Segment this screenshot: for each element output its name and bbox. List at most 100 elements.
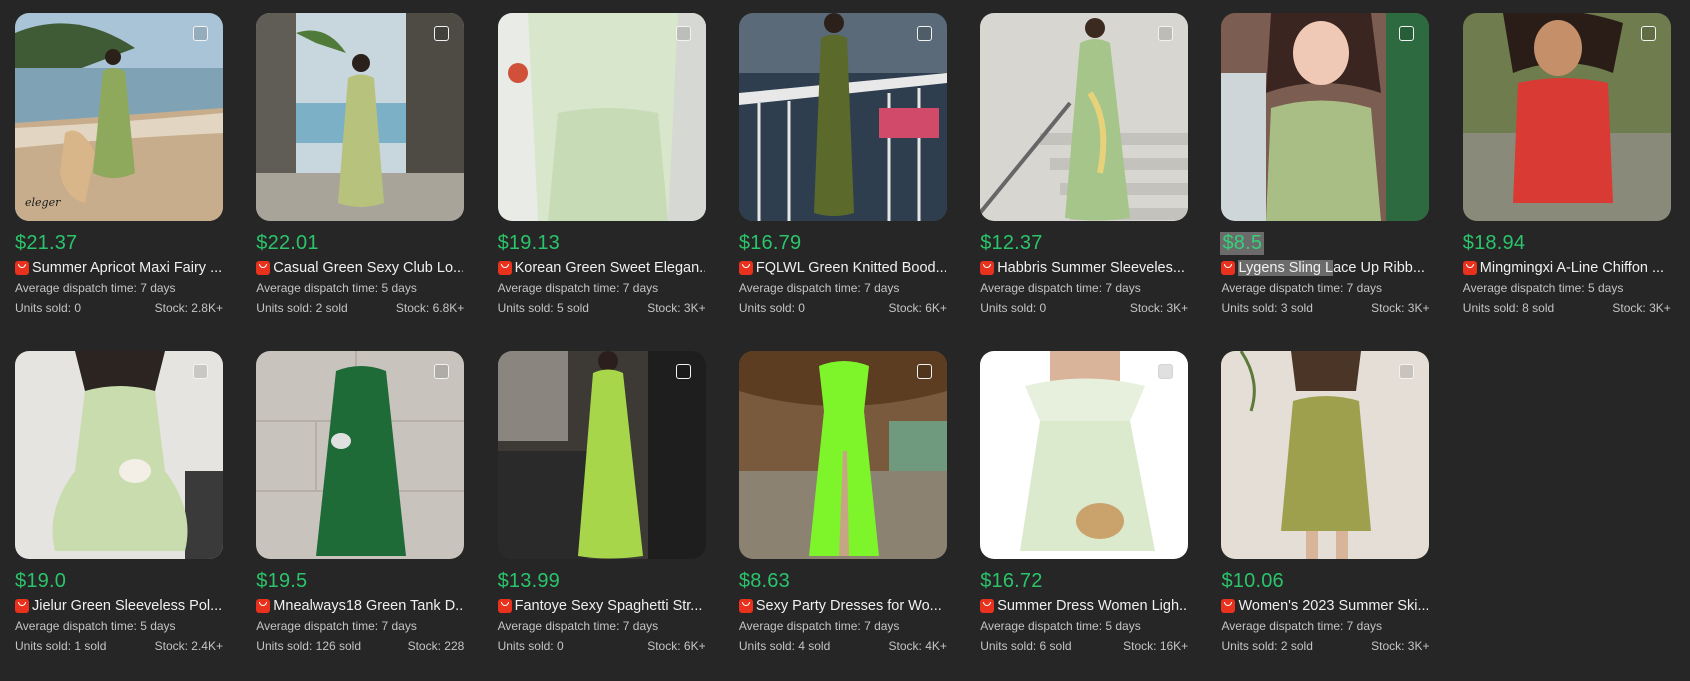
product-image[interactable] xyxy=(738,13,947,221)
product-photo xyxy=(980,351,1189,559)
select-checkbox[interactable] xyxy=(1640,26,1656,41)
product-title[interactable]: FQLWL Green Knitted Bood... xyxy=(756,260,946,276)
product-title[interactable]: Jielur Green Sleeveless Pol... xyxy=(32,598,222,614)
stock-value: 16K+ xyxy=(1159,639,1189,653)
product-card[interactable]: $19.0 Jielur Green Sleeveless Pol... Ave… xyxy=(15,351,223,662)
select-checkbox[interactable] xyxy=(675,26,691,41)
units-sold: Units sold: 3 sold xyxy=(1221,301,1312,317)
product-title[interactable]: Korean Green Sweet Elegan... xyxy=(515,260,705,276)
select-checkbox[interactable] xyxy=(916,364,932,379)
dispatch-value: 7 days xyxy=(622,619,659,633)
product-title[interactable]: Fantoye Sexy Spaghetti Str... xyxy=(515,598,705,614)
product-title-row[interactable]: Sexy Party Dresses for Wo... xyxy=(738,596,947,615)
select-checkbox[interactable] xyxy=(1158,26,1174,41)
product-title[interactable]: Summer Dress Women Ligh... xyxy=(997,598,1187,614)
product-title-row[interactable]: Habbris Summer Sleeveles... xyxy=(980,258,1188,277)
product-image[interactable]: eleger xyxy=(15,13,223,221)
select-checkbox[interactable] xyxy=(434,26,450,41)
product-card[interactable]: $18.94 Mingmingxi A-Line Chiffon ... Ave… xyxy=(1462,13,1671,324)
dispatch-time: Average dispatch time: 7 days xyxy=(739,619,947,635)
product-title-row[interactable]: FQLWL Green Knitted Bood... xyxy=(738,258,947,277)
product-title[interactable]: Sexy Party Dresses for Wo... xyxy=(756,598,946,614)
dispatch-time: Average dispatch time: 5 days xyxy=(256,281,464,297)
product-title-row[interactable]: Summer Dress Women Ligh... xyxy=(980,596,1188,615)
store-badge-icon xyxy=(15,260,29,275)
product-image[interactable] xyxy=(980,13,1189,221)
stock-label: Stock: xyxy=(647,301,684,315)
product-card[interactable]: $22.01 Casual Green Sexy Club Lo... Aver… xyxy=(256,13,465,324)
product-card[interactable]: $13.99 Fantoye Sexy Spaghetti Str... Ave… xyxy=(497,351,706,662)
product-title[interactable]: Casual Green Sexy Club Lo... xyxy=(273,260,463,276)
units-sold: Units sold: 126 sold xyxy=(256,639,361,655)
product-title[interactable]: Women's 2023 Summer Ski... xyxy=(1238,598,1428,614)
product-card[interactable]: $19.5 Mnealways18 Green Tank D... Averag… xyxy=(256,351,465,662)
product-image[interactable] xyxy=(497,351,706,559)
product-image[interactable] xyxy=(738,351,947,559)
stock: Stock: 3K+ xyxy=(1612,301,1670,317)
product-title[interactable]: Summer Apricot Maxi Fairy ... xyxy=(32,260,222,276)
product-card[interactable]: $12.37 Habbris Summer Sleeveles... Avera… xyxy=(980,13,1189,324)
product-price: $8.5 xyxy=(1220,232,1265,255)
product-title-row[interactable]: Casual Green Sexy Club Lo... xyxy=(256,258,464,277)
product-image[interactable] xyxy=(1221,351,1430,559)
select-checkbox[interactable] xyxy=(675,364,691,379)
product-card[interactable]: eleger $21.37 Summer Apricot Maxi Fairy … xyxy=(15,13,223,324)
units-value: 0 xyxy=(74,301,82,315)
units-sold: Units sold: 4 sold xyxy=(739,639,830,655)
dispatch-time: Average dispatch time: 7 days xyxy=(739,281,947,297)
select-checkbox[interactable] xyxy=(916,26,932,41)
select-checkbox[interactable] xyxy=(1399,364,1415,379)
product-image[interactable] xyxy=(256,351,465,559)
product-grid: eleger $21.37 Summer Apricot Maxi Fairy … xyxy=(15,13,1671,662)
product-title-row[interactable]: Women's 2023 Summer Ski... xyxy=(1221,596,1429,615)
product-card[interactable]: $10.06 Women's 2023 Summer Ski... Averag… xyxy=(1221,351,1430,662)
select-checkbox[interactable] xyxy=(1399,26,1415,41)
select-checkbox[interactable] xyxy=(434,364,450,379)
product-title-row[interactable]: Summer Apricot Maxi Fairy ... xyxy=(15,258,223,277)
product-title-row[interactable]: Jielur Green Sleeveless Pol... xyxy=(15,596,223,615)
product-stats: Units sold: 0 Stock: 3K+ xyxy=(980,301,1188,317)
product-image[interactable] xyxy=(256,13,465,221)
product-price: $21.37 xyxy=(15,232,78,254)
product-card[interactable]: $16.79 FQLWL Green Knitted Bood... Avera… xyxy=(738,13,947,324)
product-title[interactable]: Lygens Sling Lace Up Ribb... xyxy=(1238,259,1428,276)
select-checkbox[interactable] xyxy=(193,364,208,379)
product-title-row[interactable]: Fantoye Sexy Spaghetti Str... xyxy=(497,596,706,615)
product-card[interactable]: $8.5 Lygens Sling Lace Up Ribb... Averag… xyxy=(1220,13,1430,324)
dispatch-value: 5 days xyxy=(140,619,176,633)
product-image[interactable] xyxy=(980,351,1189,559)
stock-label: Stock: xyxy=(1371,639,1408,653)
units-label: Units sold: xyxy=(497,301,557,315)
product-title[interactable]: Mnealways18 Green Tank D... xyxy=(273,598,463,614)
dispatch-value: 7 days xyxy=(1346,619,1383,633)
brand-watermark: eleger xyxy=(25,196,61,209)
product-card[interactable]: $19.13 Korean Green Sweet Elegan... Aver… xyxy=(497,13,706,324)
product-card[interactable]: $8.63 Sexy Party Dresses for Wo... Avera… xyxy=(738,351,947,662)
product-image[interactable] xyxy=(1462,13,1671,221)
product-title-row[interactable]: Mingmingxi A-Line Chiffon ... xyxy=(1462,258,1671,277)
dispatch-label: Average dispatch time: xyxy=(256,281,382,295)
product-image[interactable] xyxy=(1221,13,1430,221)
dispatch-time: Average dispatch time: 7 days xyxy=(15,281,223,297)
product-title-row[interactable]: Korean Green Sweet Elegan... xyxy=(497,258,706,277)
selected-text: Lygens Sling L xyxy=(1238,259,1334,276)
store-badge-icon xyxy=(497,260,512,275)
select-checkbox[interactable] xyxy=(193,26,208,41)
dispatch-value: 7 days xyxy=(1346,281,1383,295)
units-value: 2 sold xyxy=(315,301,348,315)
select-checkbox[interactable] xyxy=(1158,364,1174,379)
stock-label: Stock: xyxy=(407,639,445,653)
product-card[interactable]: $16.72 Summer Dress Women Ligh... Averag… xyxy=(980,351,1189,662)
product-photo xyxy=(256,351,465,559)
dispatch-value: 7 days xyxy=(622,281,659,295)
product-image[interactable] xyxy=(497,13,706,221)
product-title-row[interactable]: Mnealways18 Green Tank D... xyxy=(256,596,464,615)
product-image[interactable] xyxy=(15,351,223,559)
product-title-row[interactable]: Lygens Sling Lace Up Ribb... xyxy=(1221,258,1429,277)
units-sold: Units sold: 6 sold xyxy=(980,639,1071,655)
units-sold: Units sold: 2 sold xyxy=(256,301,347,317)
product-title[interactable]: Habbris Summer Sleeveles... xyxy=(997,260,1187,276)
product-title[interactable]: Mingmingxi A-Line Chiffon ... xyxy=(1480,260,1670,276)
product-stats: Units sold: 5 sold Stock: 3K+ xyxy=(498,301,706,317)
dispatch-time: Average dispatch time: 5 days xyxy=(15,619,223,635)
